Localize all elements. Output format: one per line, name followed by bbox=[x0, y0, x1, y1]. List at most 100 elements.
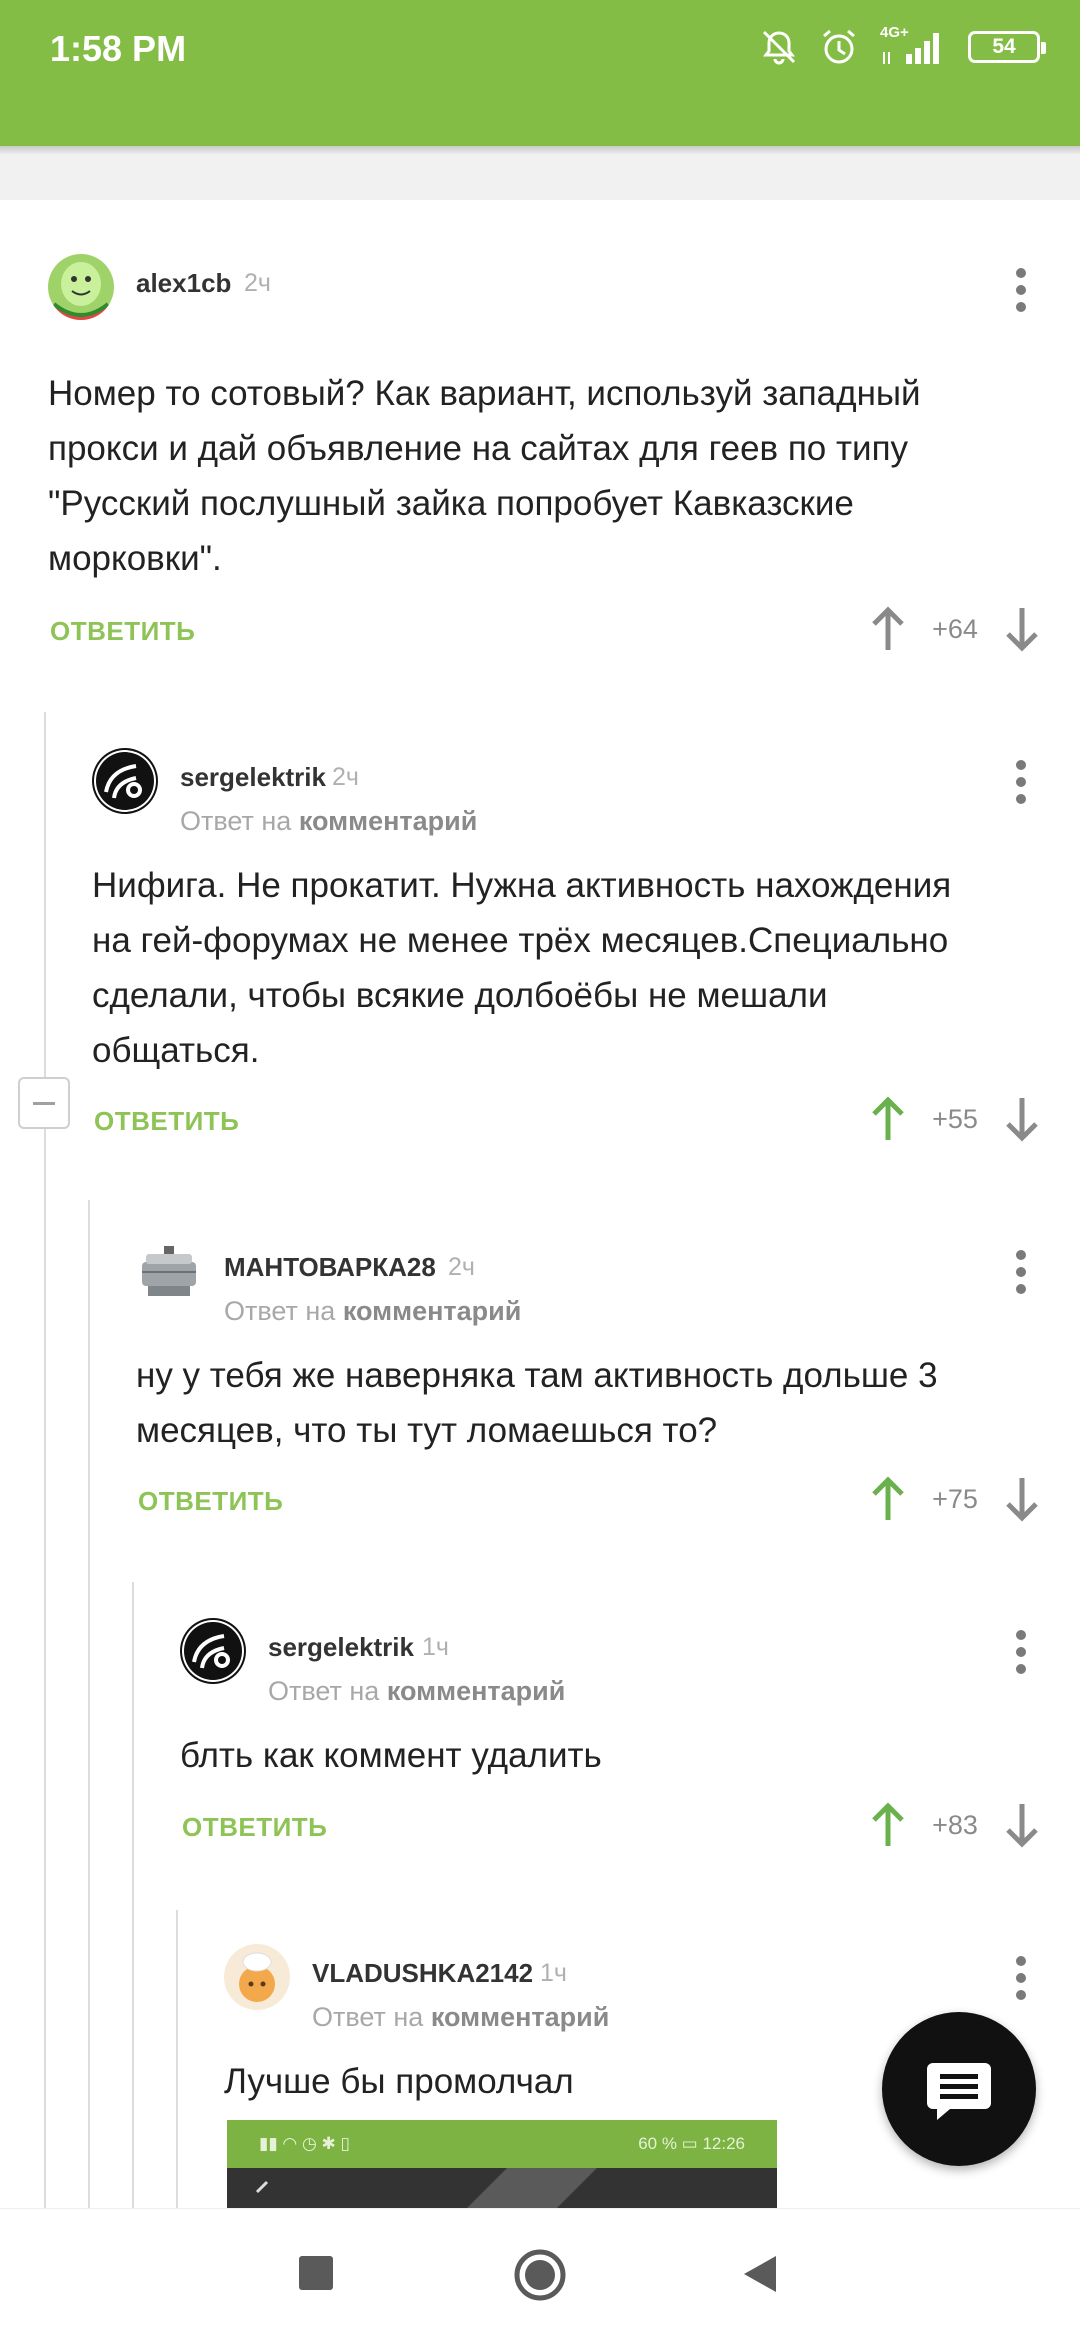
reply-target-link[interactable]: комментарий bbox=[387, 1676, 566, 1706]
thread-line-3 bbox=[132, 1582, 134, 2208]
reply-target-link[interactable]: комментарий bbox=[299, 806, 478, 836]
comment-time: 2ч bbox=[332, 763, 359, 791]
comment: МАНТОВАРКА28 2ч Ответ на комментарий ну … bbox=[136, 1238, 1080, 1538]
reply-button[interactable]: ОТВЕТИТЬ bbox=[50, 616, 195, 647]
alarm-icon bbox=[823, 29, 855, 64]
username[interactable]: sergelektrik bbox=[268, 1632, 414, 1663]
comment-line: Номер то сотовый? Как вариант, используй… bbox=[48, 374, 921, 413]
status-time: 1:58 PM bbox=[50, 28, 187, 69]
comment-line: месяцев, что ты тут ломаешься то? bbox=[136, 1411, 718, 1450]
comment-line: Нифига. Не прокатит. Нужна активность на… bbox=[92, 866, 952, 905]
avatar[interactable] bbox=[224, 1944, 290, 2010]
embedded-content bbox=[227, 2168, 777, 2208]
embedded-time: 12:26 bbox=[702, 2134, 745, 2153]
upvote-icon[interactable] bbox=[868, 1476, 908, 1522]
comment-line: "Русский послушный зайка попробует Кавка… bbox=[48, 484, 854, 523]
embedded-status-icons: ▮▮ ◠ ◷ ✱ ▯ bbox=[259, 2134, 350, 2153]
comment-text: Нифига. Не прокатит. Нужна активность на… bbox=[92, 858, 951, 1078]
signal-icon: 4G+ bbox=[880, 24, 946, 66]
thread-line-1 bbox=[44, 712, 46, 2208]
embedded-status-right: 60 % ▭ 12:26 bbox=[638, 2134, 745, 2153]
comment-text: Номер то сотовый? Как вариант, используй… bbox=[48, 366, 921, 586]
reply-button[interactable]: ОТВЕТИТЬ bbox=[138, 1486, 283, 1517]
score: +55 bbox=[932, 1103, 978, 1134]
thread-line-4 bbox=[176, 1910, 178, 2208]
battery-icon: 54 bbox=[968, 31, 1046, 63]
reply-target-link[interactable]: комментарий bbox=[343, 1296, 522, 1326]
notifications-off-icon bbox=[762, 30, 796, 65]
thread-line-2 bbox=[88, 1200, 90, 2208]
reply-to-label: Ответ на комментарий bbox=[312, 2002, 609, 2033]
score: +64 bbox=[932, 613, 978, 644]
downvote-icon[interactable] bbox=[1002, 1476, 1042, 1522]
comment-line: общаться. bbox=[92, 1031, 260, 1070]
embedded-status-bar: ▮▮ ◠ ◷ ✱ ▯ 60 % ▭ 12:26 bbox=[227, 2120, 777, 2168]
upvote-icon[interactable] bbox=[868, 1096, 908, 1142]
more-options-icon[interactable] bbox=[1012, 1956, 1030, 2000]
more-options-icon[interactable] bbox=[1012, 760, 1030, 804]
system-navigation-bar bbox=[0, 2208, 1080, 2340]
username[interactable]: МАНТОВАРКА28 bbox=[224, 1252, 436, 1283]
embedded-battery: 60 % bbox=[638, 2134, 677, 2153]
comment-line: сделали, чтобы всякие долбоёбы не мешали bbox=[92, 976, 828, 1015]
embedded-screenshot-image[interactable]: ▮▮ ◠ ◷ ✱ ▯ 60 % ▭ 12:26 bbox=[227, 2120, 777, 2208]
vote-controls: +64 bbox=[868, 606, 1042, 652]
home-circle-icon[interactable] bbox=[512, 2247, 568, 2303]
avatar[interactable] bbox=[92, 748, 158, 814]
collapse-thread-button[interactable] bbox=[18, 1077, 70, 1129]
username[interactable]: alex1cb bbox=[136, 268, 231, 299]
recents-square-icon[interactable] bbox=[296, 2253, 336, 2293]
more-options-icon[interactable] bbox=[1012, 1630, 1030, 1674]
section-divider bbox=[0, 154, 1080, 200]
comment-time: 1ч bbox=[422, 1633, 449, 1661]
comment: alex1cb 2ч Номер то сотовый? Как вариант… bbox=[48, 254, 1080, 674]
comment-time: 1ч bbox=[540, 1959, 567, 1987]
comment-text: ну у тебя же наверняка там активность до… bbox=[136, 1348, 938, 1458]
comment-line: морковки". bbox=[48, 539, 222, 578]
downvote-icon[interactable] bbox=[1002, 1096, 1042, 1142]
comment: sergelektrik 1ч Ответ на комментарий блт… bbox=[180, 1618, 1080, 1858]
battery-level: 54 bbox=[992, 35, 1016, 58]
comment-line: блть как коммент удалить bbox=[180, 1736, 602, 1775]
avatar[interactable] bbox=[48, 254, 114, 320]
username[interactable]: sergelektrik bbox=[180, 762, 326, 793]
comment-line: ну у тебя же наверняка там активность до… bbox=[136, 1356, 938, 1395]
reply-to-label: Ответ на комментарий bbox=[180, 806, 477, 837]
reply-prefix: Ответ на bbox=[268, 1676, 380, 1706]
comment-text: блть как коммент удалить bbox=[180, 1728, 602, 1783]
downvote-icon[interactable] bbox=[1002, 1802, 1042, 1848]
comment-line: прокси и дай объявление на сайтах для ге… bbox=[48, 429, 909, 468]
avatar[interactable] bbox=[136, 1238, 202, 1304]
vote-controls: +55 bbox=[868, 1096, 1042, 1142]
avatar[interactable] bbox=[180, 1618, 246, 1684]
comment-line: на гей-форумах не менее трёх месяцев.Спе… bbox=[92, 921, 949, 960]
comment-time: 2ч bbox=[448, 1253, 475, 1281]
status-icons: 4G+ 54 bbox=[760, 24, 1046, 66]
reply-to-label: Ответ на комментарий bbox=[224, 1296, 521, 1327]
reply-target-link[interactable]: комментарий bbox=[431, 2002, 610, 2032]
comment-text: Лучше бы промолчал bbox=[224, 2054, 574, 2109]
upvote-icon[interactable] bbox=[868, 606, 908, 652]
vote-controls: +83 bbox=[868, 1802, 1042, 1848]
reply-prefix: Ответ на bbox=[224, 1296, 336, 1326]
username[interactable]: VLADUSHKA2142 bbox=[312, 1958, 533, 1989]
reply-prefix: Ответ на bbox=[312, 2002, 424, 2032]
comment: sergelektrik 2ч Ответ на комментарий Ниф… bbox=[92, 748, 1080, 1148]
appbar-shadow bbox=[0, 146, 1080, 154]
add-comment-button[interactable] bbox=[882, 2012, 1036, 2166]
score: +83 bbox=[932, 1809, 978, 1840]
more-options-icon[interactable] bbox=[1012, 268, 1030, 312]
comment-line: Лучше бы промолчал bbox=[224, 2062, 574, 2101]
comment-icon bbox=[927, 2063, 991, 2120]
status-bar: 1:58 PM 4G+ 54 bbox=[0, 0, 1080, 146]
reply-button[interactable]: ОТВЕТИТЬ bbox=[94, 1106, 239, 1137]
score: +75 bbox=[932, 1483, 978, 1514]
reply-button[interactable]: ОТВЕТИТЬ bbox=[182, 1812, 327, 1843]
downvote-icon[interactable] bbox=[1002, 606, 1042, 652]
reply-to-label: Ответ на комментарий bbox=[268, 1676, 565, 1707]
more-options-icon[interactable] bbox=[1012, 1250, 1030, 1294]
upvote-icon[interactable] bbox=[868, 1802, 908, 1848]
reply-prefix: Ответ на bbox=[180, 806, 292, 836]
back-triangle-icon[interactable] bbox=[740, 2253, 780, 2295]
vote-controls: +75 bbox=[868, 1476, 1042, 1522]
